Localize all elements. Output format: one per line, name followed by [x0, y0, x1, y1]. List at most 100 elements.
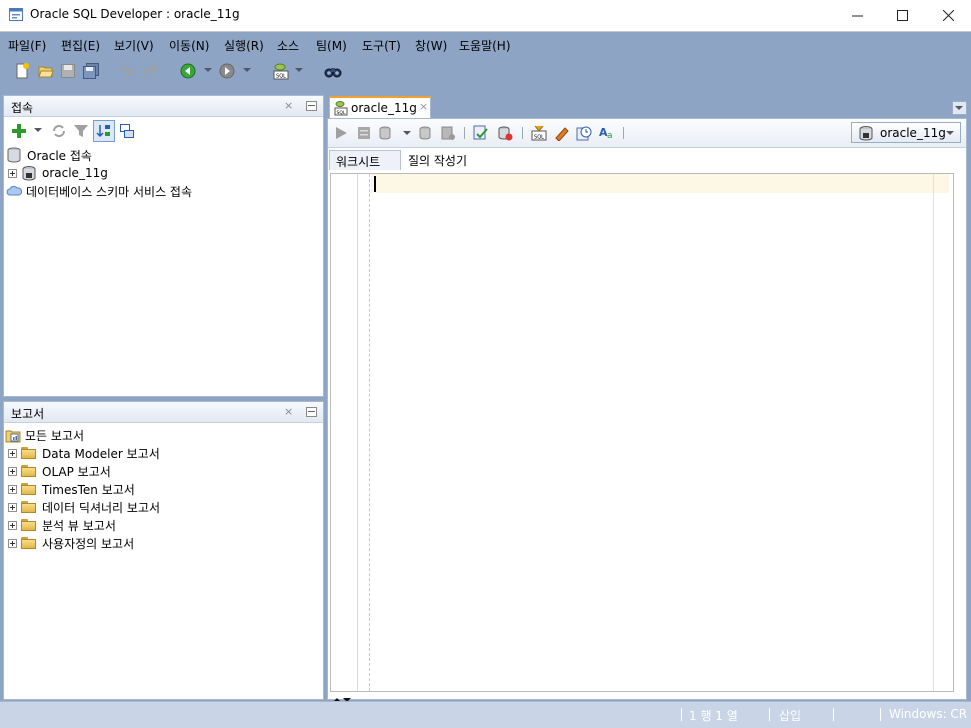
collapse-all-button[interactable] — [116, 120, 138, 142]
menu-help[interactable]: 도움말(H) — [459, 37, 511, 54]
open-button[interactable] — [35, 60, 57, 82]
tree-item-data-modeler-reports[interactable]: Data Modeler 보고서 — [8, 444, 160, 462]
eraser-icon — [555, 127, 569, 141]
save-all-button[interactable] — [80, 60, 102, 82]
sql-worksheet-tab-icon: SQL — [334, 101, 348, 116]
expand-icon[interactable] — [8, 538, 17, 548]
run-script-button[interactable] — [353, 122, 375, 144]
connection-icon — [859, 126, 873, 141]
connection-selector[interactable]: oracle_11g — [851, 122, 961, 143]
format-button[interactable]: Aa — [596, 122, 618, 144]
find-db-object-button[interactable] — [322, 60, 344, 82]
toolbar-separator — [522, 127, 523, 139]
schema-browser-button[interactable] — [93, 120, 115, 142]
connections-panel: 접속 × Oracle 접속 oracle_11g 데이터베이스 스키마 서비스… — [3, 95, 324, 397]
close-button[interactable] — [925, 0, 971, 31]
run-script-icon — [358, 127, 370, 139]
run-icon — [336, 127, 347, 139]
sql-tuning-icon: SQL — [531, 125, 547, 141]
sql-history-button[interactable] — [573, 122, 595, 144]
expand-icon[interactable] — [8, 484, 17, 494]
sql-tuning-button[interactable]: SQL — [528, 122, 550, 144]
tree-item-label: TimesTen 보고서 — [42, 482, 135, 497]
save-icon — [61, 64, 75, 78]
reports-panel-minimize-icon[interactable] — [306, 407, 317, 417]
explain-plan-button[interactable] — [470, 122, 492, 144]
fold-margin — [369, 174, 371, 691]
run-statement-button[interactable] — [330, 122, 352, 144]
back-button[interactable] — [177, 60, 199, 82]
tree-item-olap-reports[interactable]: OLAP 보고서 — [8, 462, 111, 480]
menu-view[interactable]: 보기(V) — [114, 37, 154, 54]
cancel-icon — [441, 126, 455, 140]
minimize-button[interactable] — [834, 0, 880, 31]
menu-source[interactable]: 소스 — [277, 37, 299, 54]
expand-icon[interactable] — [8, 168, 17, 178]
new-button[interactable] — [11, 60, 33, 82]
redo-button[interactable] — [140, 60, 162, 82]
text-format-icon: Aa — [599, 126, 613, 141]
tree-item-oracle-connections[interactable]: Oracle 접속 — [6, 146, 92, 164]
menu-edit[interactable]: 편집(E) — [61, 37, 100, 54]
save-button[interactable] — [57, 60, 79, 82]
add-connection-dropdown-arrow[interactable] — [34, 128, 42, 132]
open-icon — [38, 66, 54, 78]
tree-item-data-dictionary-reports[interactable]: 데이터 딕셔너리 보고서 — [8, 498, 160, 516]
edit-mode: 삽입 — [779, 709, 802, 723]
sql-editor-textarea[interactable] — [330, 173, 954, 692]
filter-icon — [74, 125, 88, 137]
chevron-down-icon — [946, 131, 954, 135]
commit-button[interactable] — [375, 122, 397, 144]
maximize-icon — [896, 10, 908, 21]
back-dropdown-arrow[interactable] — [204, 68, 212, 72]
tree-item-analytic-view-reports[interactable]: 분석 뷰 보고서 — [8, 516, 116, 534]
menu-file[interactable]: 파일(F) — [8, 37, 46, 54]
tree-item-cloud-connections[interactable]: 데이터베이스 스키마 서비스 접속 — [6, 182, 192, 200]
expand-icon[interactable] — [8, 448, 17, 458]
expand-icon[interactable] — [8, 502, 17, 512]
refresh-button[interactable] — [48, 120, 70, 142]
tree-item-timesten-reports[interactable]: TimesTen 보고서 — [8, 480, 135, 498]
reports-panel-close-icon[interactable]: × — [284, 405, 293, 418]
tab-worksheet[interactable]: 워크시트 — [329, 150, 401, 170]
tab-list-button[interactable] — [952, 101, 967, 115]
clear-button[interactable] — [550, 122, 572, 144]
folder-icon — [21, 519, 37, 531]
tab-query-builder[interactable]: 질의 작성기 — [402, 150, 492, 170]
undo-button[interactable] — [116, 60, 138, 82]
maximize-button[interactable] — [879, 0, 925, 31]
commit-dropdown-arrow[interactable] — [403, 131, 411, 135]
menu-team[interactable]: 팀(M) — [316, 37, 347, 54]
rollback-button[interactable] — [414, 122, 436, 144]
tree-item-all-reports[interactable]: 모든 보고서 — [5, 426, 84, 444]
forward-dropdown-arrow[interactable] — [243, 68, 251, 72]
cancel-button[interactable] — [437, 122, 459, 144]
status-bar: 1 행 1 열 삽입 Windows: CR — [0, 701, 971, 728]
menu-run[interactable]: 실행(R) — [224, 37, 264, 54]
sql-worksheet-dropdown-arrow[interactable] — [295, 68, 303, 72]
explain-plan-icon — [473, 125, 488, 140]
filter-button[interactable] — [70, 120, 92, 142]
tree-item-oracle-11g[interactable]: oracle_11g — [8, 164, 108, 182]
splitter-arrows[interactable] — [332, 692, 352, 702]
menu-window[interactable]: 창(W) — [415, 37, 447, 54]
connections-panel-close-icon[interactable]: × — [284, 99, 293, 112]
autotrace-button[interactable] — [494, 122, 516, 144]
editor-tab-close-icon[interactable]: × — [419, 100, 428, 113]
database-icon — [7, 147, 21, 163]
editor-tab-oracle-11g[interactable]: SQL oracle_11g × — [329, 96, 431, 119]
tree-item-label: OLAP 보고서 — [42, 464, 111, 479]
menu-navigate[interactable]: 이동(N) — [169, 37, 209, 54]
expand-icon[interactable] — [8, 466, 17, 476]
connections-panel-minimize-icon[interactable] — [306, 101, 317, 111]
forward-button[interactable] — [216, 60, 238, 82]
tree-item-label: 데이터 딕셔너리 보고서 — [42, 500, 161, 515]
tree-item-user-defined-reports[interactable]: 사용자정의 보고서 — [8, 534, 134, 552]
sql-worksheet-button[interactable]: SQL — [270, 60, 292, 82]
refresh-icon — [53, 125, 65, 137]
sql-developer-app-icon — [9, 8, 23, 21]
menu-tools[interactable]: 도구(T) — [362, 37, 401, 54]
save-all-icon — [83, 63, 99, 79]
expand-icon[interactable] — [8, 520, 17, 530]
add-connection-button[interactable] — [8, 120, 30, 142]
